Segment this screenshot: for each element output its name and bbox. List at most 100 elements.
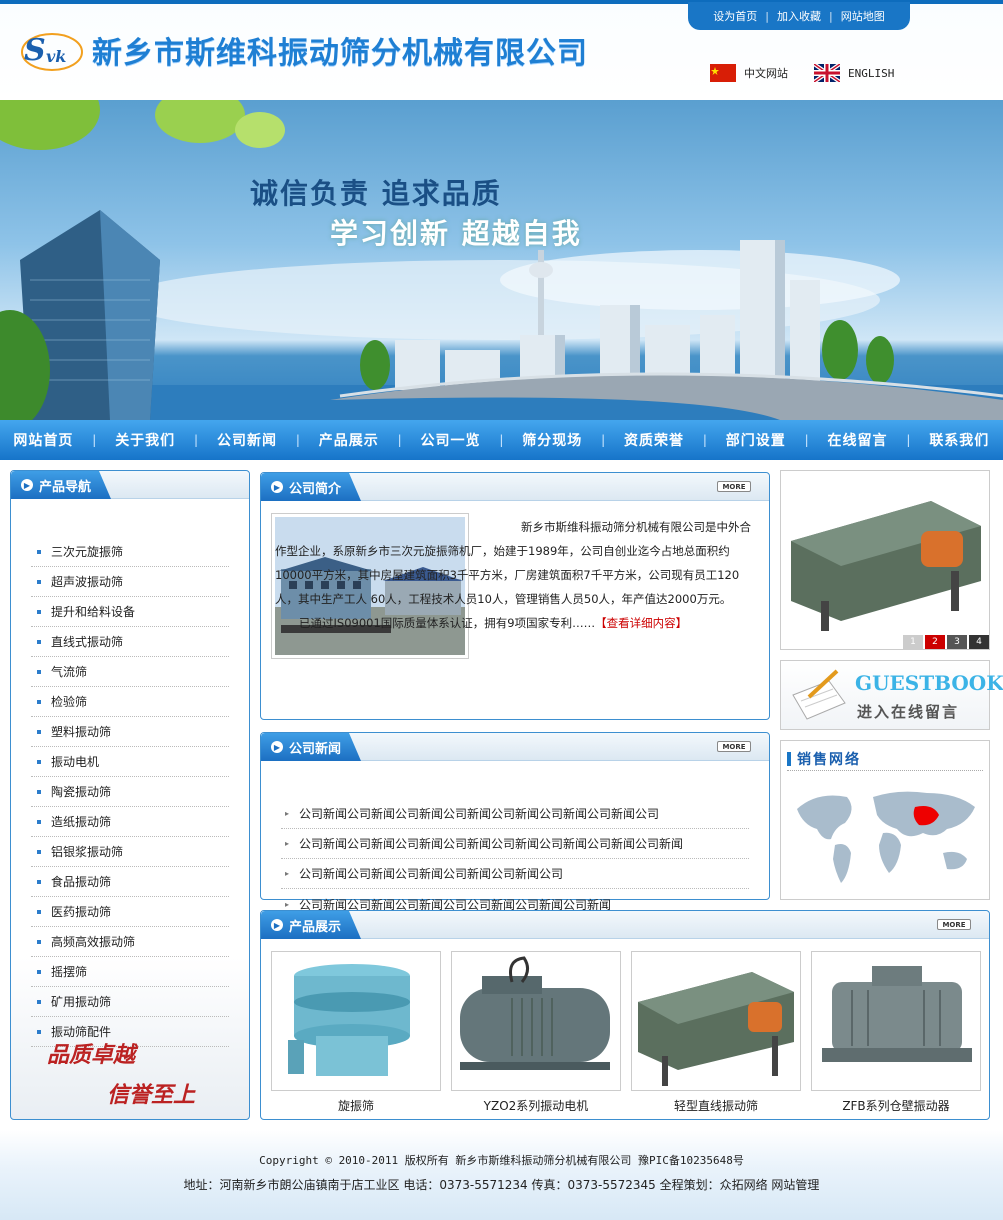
vibration-motor-image bbox=[460, 956, 610, 1070]
bullet-icon bbox=[37, 609, 41, 614]
rotary-sieve-image bbox=[288, 964, 410, 1076]
product-nav-item[interactable]: 直线式振动筛 bbox=[31, 627, 229, 657]
bullet-icon bbox=[37, 669, 41, 674]
product-nav-tab: ▶ 产品导航 bbox=[11, 471, 112, 499]
product-card-image[interactable] bbox=[451, 951, 621, 1091]
sales-network-panel[interactable]: 销售网络 bbox=[780, 740, 990, 900]
slideshow-pager: 1 2 3 4 bbox=[903, 635, 989, 649]
product-nav-item[interactable]: 铝银浆振动筛 bbox=[31, 837, 229, 867]
left-slogan-quality: 品质卓越 bbox=[47, 1042, 136, 1068]
product-nav-label: 摇摆筛 bbox=[51, 965, 88, 979]
intro-text: 新乡市斯维科振动筛分机械有限公司是中外合作型企业，系原新乡市三次元旋振筛机厂，始… bbox=[275, 515, 759, 635]
bullet-icon bbox=[37, 969, 41, 974]
copyright-text: Copyright © 2010-2011 版权所有 新乡市斯维科振动筛分机械有… bbox=[259, 1154, 744, 1167]
product-nav-label: 提升和给料设备 bbox=[51, 605, 136, 619]
product-nav-item[interactable]: 检验筛 bbox=[31, 687, 229, 717]
sales-title: 销售网络 bbox=[797, 751, 861, 768]
product-nav-item[interactable]: 矿用振动筛 bbox=[31, 987, 229, 1017]
news-tab: ▶ 公司新闻 bbox=[261, 733, 362, 761]
product-card-image[interactable] bbox=[271, 951, 441, 1091]
arrow-circle-icon: ▶ bbox=[271, 481, 283, 493]
nav-home[interactable]: 网站首页 bbox=[13, 430, 73, 450]
bullet-icon bbox=[37, 639, 41, 644]
uk-flag-icon[interactable] bbox=[812, 62, 842, 84]
pager-button-active[interactable]: 2 bbox=[925, 635, 945, 649]
nav-separator: | bbox=[702, 433, 707, 447]
intro-tab: ▶ 公司简介 bbox=[261, 473, 362, 501]
product-card-image[interactable] bbox=[811, 951, 981, 1091]
arrow-icon: ▸ bbox=[285, 809, 290, 818]
separator: | bbox=[829, 9, 833, 23]
product-nav-label: 高频高效振动筛 bbox=[51, 935, 136, 949]
product-nav-label: 造纸振动筛 bbox=[51, 815, 112, 829]
pager-button[interactable]: 3 bbox=[947, 635, 967, 649]
bullet-icon bbox=[37, 729, 41, 734]
product-nav-title: 产品导航 bbox=[39, 479, 92, 495]
products-title: 产品展示 bbox=[289, 919, 342, 935]
wall-vibrator-image bbox=[822, 966, 972, 1062]
nav-separator: | bbox=[194, 433, 199, 447]
news-header: ▶ 公司新闻 MORE bbox=[261, 733, 769, 761]
sitemap-link[interactable]: 网站地图 bbox=[841, 8, 885, 24]
product-nav-item[interactable]: 摇摆筛 bbox=[31, 957, 229, 987]
intro-more-button[interactable]: MORE bbox=[717, 481, 751, 492]
add-favorite-link[interactable]: 加入收藏 bbox=[777, 8, 821, 24]
english-site-link[interactable]: ENGLISH bbox=[848, 67, 894, 80]
intro-detail-link[interactable]: 【查看详细内容】 bbox=[595, 616, 687, 630]
slideshow-image[interactable] bbox=[781, 471, 989, 635]
bullet-icon bbox=[37, 939, 41, 944]
nav-departments[interactable]: 部门设置 bbox=[726, 430, 786, 450]
svg-text:vk: vk bbox=[46, 47, 66, 66]
nav-guestbook[interactable]: 在线留言 bbox=[828, 430, 888, 450]
product-nav-item[interactable]: 气流筛 bbox=[31, 657, 229, 687]
news-more-button[interactable]: MORE bbox=[717, 741, 751, 752]
company-name: 新乡市斯维科振动筛分机械有限公司 bbox=[92, 36, 588, 71]
set-homepage-link[interactable]: 设为首页 bbox=[713, 8, 757, 24]
news-item[interactable]: ▸ 公司新闻公司新闻公司新闻公司新闻公司新闻公司 bbox=[281, 859, 749, 889]
guestbook-banner[interactable]: GUESTBOOK 进入在线留言 bbox=[780, 660, 1003, 730]
banner-slogan-2: 学习创新 超越自我 bbox=[330, 217, 582, 250]
product-nav-item[interactable]: 陶瓷振动筛 bbox=[31, 777, 229, 807]
company-logo[interactable]: S vk bbox=[20, 26, 84, 76]
product-nav-item[interactable]: 医药振动筛 bbox=[31, 897, 229, 927]
product-nav-item[interactable]: 提升和给料设备 bbox=[31, 597, 229, 627]
arrow-icon: ▸ bbox=[285, 899, 290, 909]
product-nav-item[interactable]: 三次元旋振筛 bbox=[31, 537, 229, 567]
product-nav-item[interactable]: 食品振动筛 bbox=[31, 867, 229, 897]
news-item-title: 公司新闻公司新闻公司新闻公司新闻公司新闻公司新闻公司新闻公司 bbox=[299, 807, 660, 821]
guestbook-title: GUESTBOOK bbox=[855, 671, 1003, 695]
nav-honors[interactable]: 资质荣誉 bbox=[624, 430, 684, 450]
marker-bar bbox=[787, 751, 791, 766]
pager-button[interactable]: 1 bbox=[903, 635, 923, 649]
product-nav-item[interactable]: 超声波振动筛 bbox=[31, 567, 229, 597]
product-caption[interactable]: 轻型直线振动筛 bbox=[631, 1097, 801, 1114]
product-caption[interactable]: YZO2系列振动电机 bbox=[451, 1097, 621, 1114]
city-skyline-illustration bbox=[0, 100, 1003, 420]
nav-products[interactable]: 产品展示 bbox=[319, 430, 379, 450]
product-nav-label: 矿用振动筛 bbox=[51, 995, 112, 1009]
arrow-icon: ▸ bbox=[285, 839, 290, 848]
product-nav-item[interactable]: 造纸振动筛 bbox=[31, 807, 229, 837]
product-caption[interactable]: 旋振筛 bbox=[271, 1097, 441, 1114]
product-caption[interactable]: ZFB系列仓壁振动器 bbox=[811, 1097, 981, 1114]
chinese-site-link[interactable]: 中文网站 bbox=[744, 65, 788, 81]
product-nav-panel: ▶ 产品导航 三次元旋振筛 超声波振动筛 提升和给料设备 直线式振动筛 气流筛 检… bbox=[10, 470, 250, 1120]
product-card-image[interactable] bbox=[631, 951, 801, 1091]
nav-site-scenes[interactable]: 筛分现场 bbox=[522, 430, 582, 450]
bullet-icon bbox=[37, 819, 41, 824]
product-nav-label: 超声波振动筛 bbox=[51, 575, 124, 589]
news-item-title: 公司新闻公司新闻公司新闻公司新闻公司新闻公司 bbox=[299, 867, 564, 881]
news-item[interactable]: ▸ 公司新闻公司新闻公司新闻公司新闻公司新闻公司新闻公司新闻公司新闻 bbox=[281, 829, 749, 859]
nav-about[interactable]: 关于我们 bbox=[115, 430, 175, 450]
product-nav-item[interactable]: 塑料振动筛 bbox=[31, 717, 229, 747]
nav-news[interactable]: 公司新闻 bbox=[217, 430, 277, 450]
china-flag-icon[interactable] bbox=[710, 64, 736, 82]
pager-button[interactable]: 4 bbox=[969, 635, 989, 649]
product-nav-item[interactable]: 振动电机 bbox=[31, 747, 229, 777]
news-item[interactable]: ▸ 公司新闻公司新闻公司新闻公司新闻公司新闻公司新闻公司新闻公司 bbox=[281, 799, 749, 829]
products-more-button[interactable]: MORE bbox=[937, 919, 971, 930]
product-nav-item[interactable]: 高频高效振动筛 bbox=[31, 927, 229, 957]
nav-overview[interactable]: 公司一览 bbox=[420, 430, 480, 450]
nav-contact[interactable]: 联系我们 bbox=[929, 430, 989, 450]
news-title: 公司新闻 bbox=[289, 741, 342, 757]
